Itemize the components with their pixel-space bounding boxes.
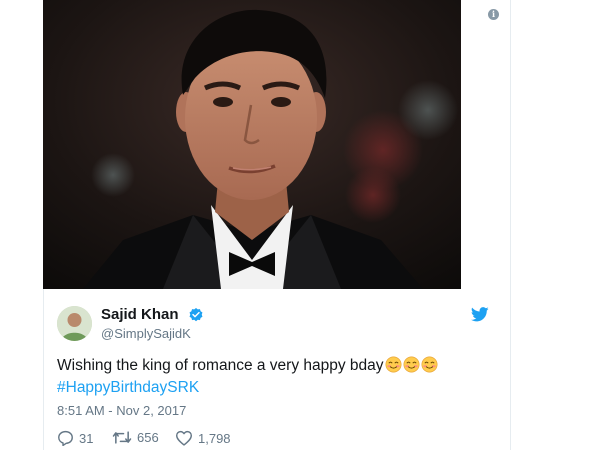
hashtag-link[interactable]: #HappyBirthdaySRK <box>57 379 199 397</box>
tweet-text-body: Wishing the king of romance a very happy… <box>57 357 384 374</box>
emoji-smile-3 <box>420 356 438 374</box>
like-count: 1,798 <box>198 430 231 446</box>
heart-icon <box>176 430 192 446</box>
info-icon[interactable]: i <box>488 9 499 20</box>
retweet-button[interactable]: 656 <box>112 430 159 445</box>
display-name[interactable]: Sajid Khan <box>101 306 179 323</box>
like-button[interactable]: 1,798 <box>175 430 231 446</box>
timestamp[interactable]: 8:51 AM - Nov 2, 2017 <box>57 403 186 418</box>
retweet-icon <box>112 431 132 444</box>
tweet-text: Wishing the king of romance a very happy… <box>57 356 438 375</box>
emoji-smile-1 <box>384 356 402 374</box>
reply-icon <box>58 430 73 446</box>
handle[interactable]: @SimplySajidK <box>101 326 191 341</box>
verified-badge-icon <box>188 307 204 328</box>
emoji-smile-2 <box>402 356 420 374</box>
avatar[interactable] <box>57 306 92 341</box>
reply-count: 31 <box>79 430 94 446</box>
twitter-bird-icon[interactable] <box>470 307 489 327</box>
reply-button[interactable]: 31 <box>57 430 93 446</box>
tweet-photo[interactable] <box>43 0 461 289</box>
retweet-count: 656 <box>137 430 159 445</box>
